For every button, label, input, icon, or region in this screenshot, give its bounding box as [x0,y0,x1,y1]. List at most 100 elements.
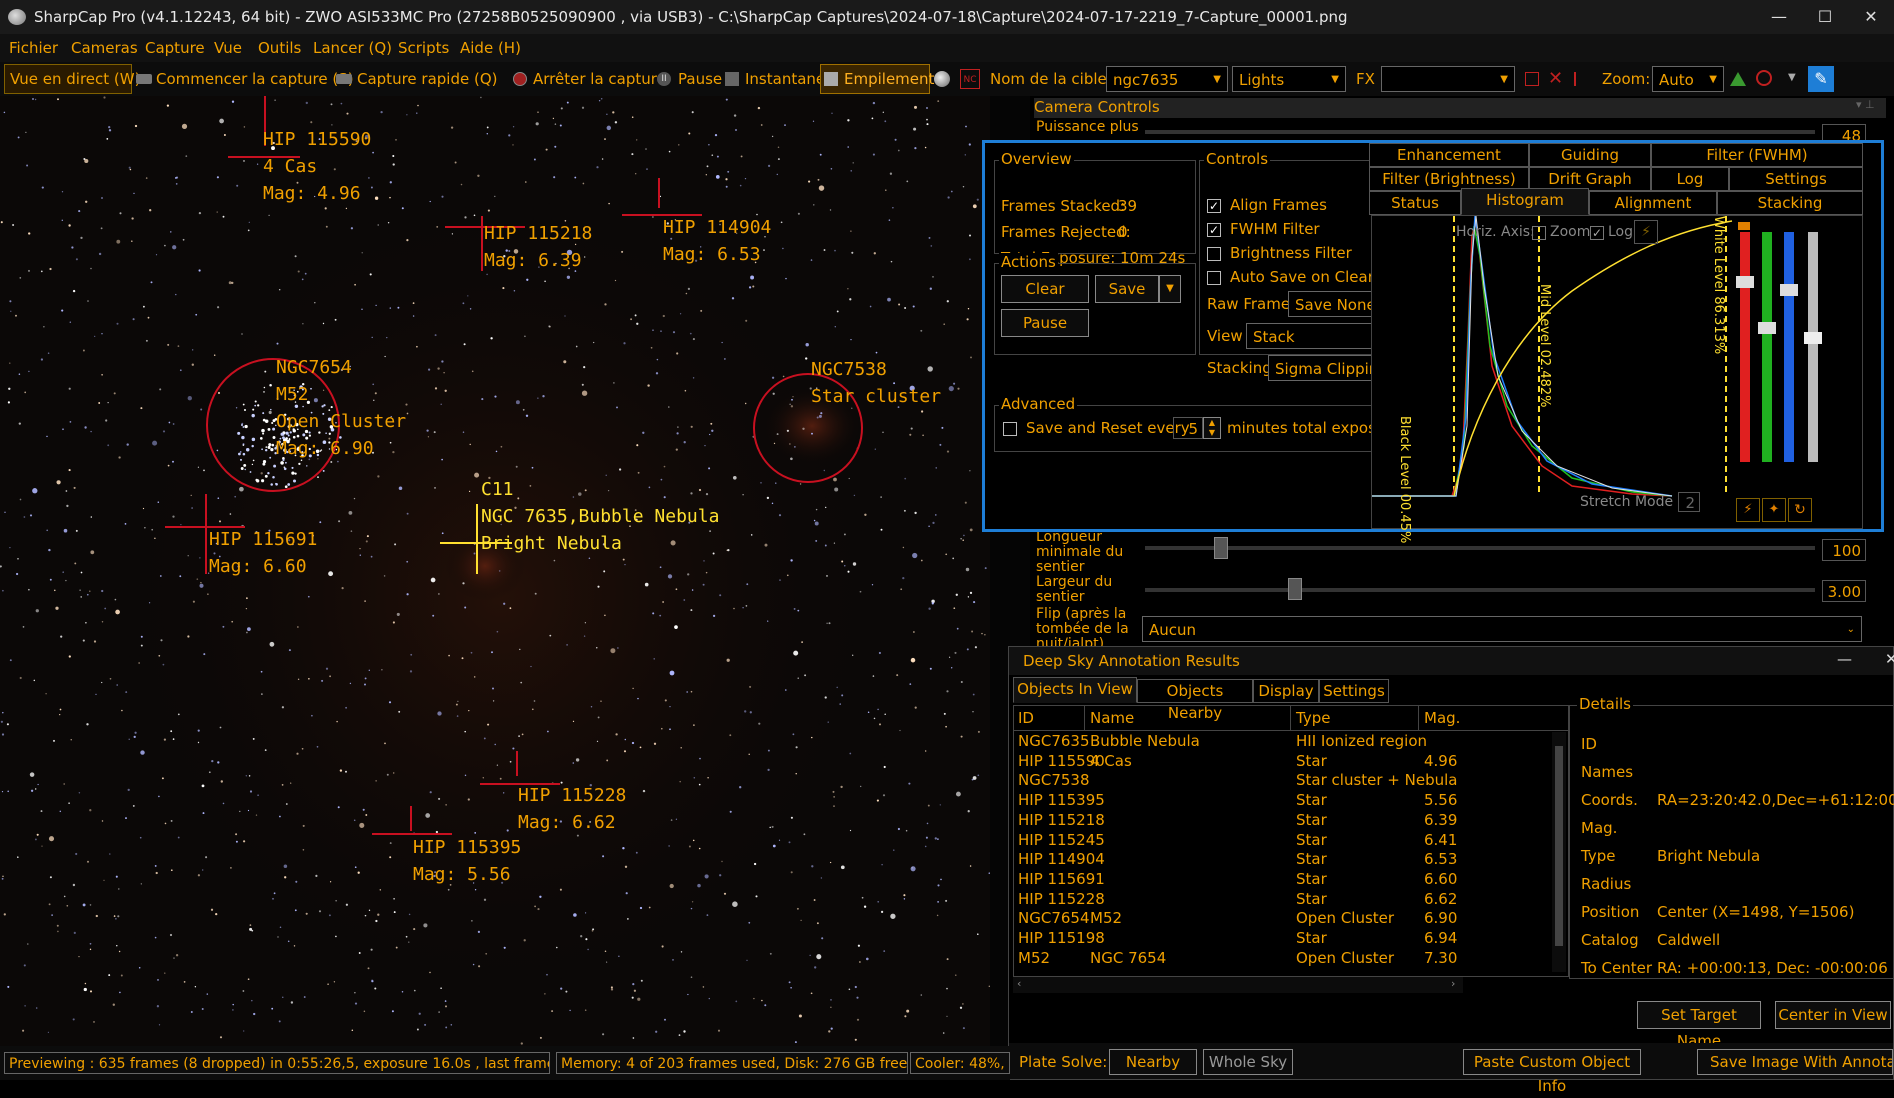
menu-outils[interactable]: Outils [258,39,301,57]
target-icon[interactable] [1756,70,1772,86]
puissance-slider[interactable] [1145,130,1815,134]
tab-dso-settings[interactable]: Settings [1319,679,1389,703]
nearby-button[interactable]: Nearby [1109,1049,1197,1075]
align-frames-checkbox[interactable]: ✓ [1207,199,1221,213]
dso-close-button[interactable]: ✕ [1885,650,1894,668]
start-capture-button[interactable]: Commencer la capture (S) [156,70,354,88]
table-row[interactable]: HIP 115395 Star 5.56 [1014,791,1552,811]
tab-log[interactable]: Log [1651,167,1729,191]
stop-capture-button[interactable]: Arrêter la capture [533,70,666,88]
horizontal-scrollbar[interactable]: ‹ › [1013,977,1463,993]
tab-enhancement[interactable]: Enhancement [1369,143,1529,167]
table-row[interactable]: HIP 115198 Star 6.94 [1014,929,1552,949]
fx-select[interactable]: ▼ [1381,66,1515,92]
longueur-value[interactable]: 100 [1822,539,1866,561]
nc-icon[interactable]: NC [960,69,980,89]
menu-vue[interactable]: Vue [214,39,242,57]
table-row[interactable]: NGC7635 Bubble Nebula HII Ionized region [1014,732,1552,752]
lightning-icon[interactable]: ⚡ [1634,220,1658,244]
minutes-spinner-icon[interactable]: ▲ ▼ [1203,417,1221,439]
menu-cameras[interactable]: Cameras [71,39,138,57]
menu-scripts[interactable]: Scripts [398,39,449,57]
whole-sky-button[interactable]: Whole Sky [1203,1049,1293,1075]
camera-controls-header[interactable]: Camera Controls ▾ ⊥ [1034,98,1886,118]
clear-button[interactable]: Clear [1001,275,1089,303]
maximize-button[interactable]: ☐ [1802,0,1848,34]
moon-icon[interactable] [934,71,950,87]
scrollbar-thumb[interactable] [1555,746,1563,946]
table-row[interactable]: HIP 115218 Star 6.39 [1014,811,1552,831]
table-row[interactable]: HIP 114904 Star 6.53 [1014,850,1552,870]
histogram-panel[interactable]: Horiz. Axis: Zoom ✓ Log ⚡ Black Level 00… [1371,215,1863,543]
paste-custom-object-button[interactable]: Paste Custom Object Info [1463,1049,1641,1095]
menu-capture[interactable]: Capture [145,39,205,57]
tab-status[interactable]: Status [1369,191,1461,215]
pin-icon[interactable]: ▾ ⊥ [1856,98,1875,111]
brightness-filter-checkbox[interactable] [1207,247,1221,261]
fwhm-filter-checkbox[interactable]: ✓ [1207,223,1221,237]
sky-image-view[interactable]: HIP 115590 4 Cas Mag: 4.96 HIP 115218 Mag: … [0,96,990,1046]
largeur-slider[interactable] [1145,588,1815,592]
paint-brush-icon[interactable]: ✎ [1808,66,1834,92]
stretch-mode-value[interactable]: 2 [1678,492,1700,512]
pause-button[interactable]: Pause [678,70,722,88]
zoom-select[interactable]: Auto ▼ [1652,66,1724,92]
menu-aide[interactable]: Aide (H) [460,39,521,57]
tab-filter-fwhm[interactable]: Filter (FWHM) [1651,143,1863,167]
save-reset-checkbox[interactable] [1003,422,1017,436]
luminance-level-slider[interactable] [1808,232,1818,462]
longueur-slider-thumb[interactable] [1214,537,1228,559]
col-mag[interactable]: Mag. [1424,709,1460,727]
tab-display[interactable]: Display [1253,679,1319,703]
frame-type-select[interactable]: Lights ▼ [1232,66,1346,92]
table-row[interactable]: NGC7538 Star cluster + Nebula [1014,771,1552,791]
green-slider-thumb[interactable] [1758,322,1776,334]
pause-stack-button[interactable]: Pause [1001,309,1089,337]
snapshot-button[interactable]: Instantané [745,70,825,88]
zoom-checkbox[interactable] [1532,226,1546,240]
tab-objects-nearby[interactable]: Objects Nearby [1137,679,1253,722]
auto-stretch-icon[interactable]: ⚡ [1736,498,1760,522]
minimize-button[interactable]: — [1756,0,1802,34]
table-row[interactable]: HIP 115590 4 Cas Star 4.96 [1014,752,1552,772]
save-dropdown-chevron-icon[interactable]: ▼ [1159,275,1181,303]
log-checkbox[interactable]: ✓ [1590,226,1604,240]
histogram-icon[interactable] [1730,72,1746,86]
set-target-name-button[interactable]: Set Target Name [1637,1001,1761,1050]
dso-minimize-button[interactable]: — [1837,650,1852,668]
scroll-right-icon[interactable]: › [1451,977,1455,990]
col-name[interactable]: Name [1090,709,1134,727]
save-reset-minutes-input[interactable]: 5 [1173,417,1203,439]
center-in-view-button[interactable]: Center in View [1775,1001,1891,1029]
save-button[interactable]: Save [1095,275,1159,303]
tab-stacking[interactable]: Stacking [1717,191,1863,215]
table-scrollbar[interactable] [1552,732,1566,972]
table-row[interactable]: HIP 115245 Star 6.41 [1014,831,1552,851]
menu-lancer[interactable]: Lancer (Q) [313,39,392,57]
chevron-down-icon[interactable]: ▼ [1788,72,1796,83]
largeur-slider-thumb[interactable] [1288,578,1302,600]
level-sliders[interactable] [1734,216,1858,486]
longueur-slider[interactable] [1145,546,1815,550]
table-row[interactable]: HIP 115228 Star 6.62 [1014,890,1552,910]
red-slider-thumb[interactable] [1736,276,1754,288]
up-arrow-icon[interactable] [1738,222,1750,230]
auto-save-checkbox[interactable] [1207,271,1221,285]
flip-select[interactable]: Aucun ⌄ [1142,616,1862,642]
scroll-left-icon[interactable]: ‹ [1017,977,1021,990]
col-type[interactable]: Type [1296,709,1330,727]
sparkle-icon[interactable]: ✦ [1762,498,1786,522]
green-level-slider[interactable] [1762,232,1772,462]
close-button[interactable]: ✕ [1848,0,1894,34]
quick-capture-button[interactable]: Capture rapide (Q) [357,70,498,88]
menu-fichier[interactable]: Fichier [9,39,58,57]
blue-level-slider[interactable] [1784,232,1794,462]
tab-settings[interactable]: Settings [1729,167,1863,191]
table-row[interactable]: M52 NGC 7654 Open Cluster 7.30 [1014,949,1552,969]
focus-line-icon[interactable] [1574,72,1576,86]
table-row[interactable]: NGC7654 M52 Open Cluster 6.90 [1014,909,1552,929]
target-name-select[interactable]: ngc7635 ▼ [1106,66,1228,92]
reticle-icon[interactable] [1525,72,1539,86]
no-reticle-icon[interactable]: ✕ [1548,68,1563,89]
blue-slider-thumb[interactable] [1780,284,1798,296]
